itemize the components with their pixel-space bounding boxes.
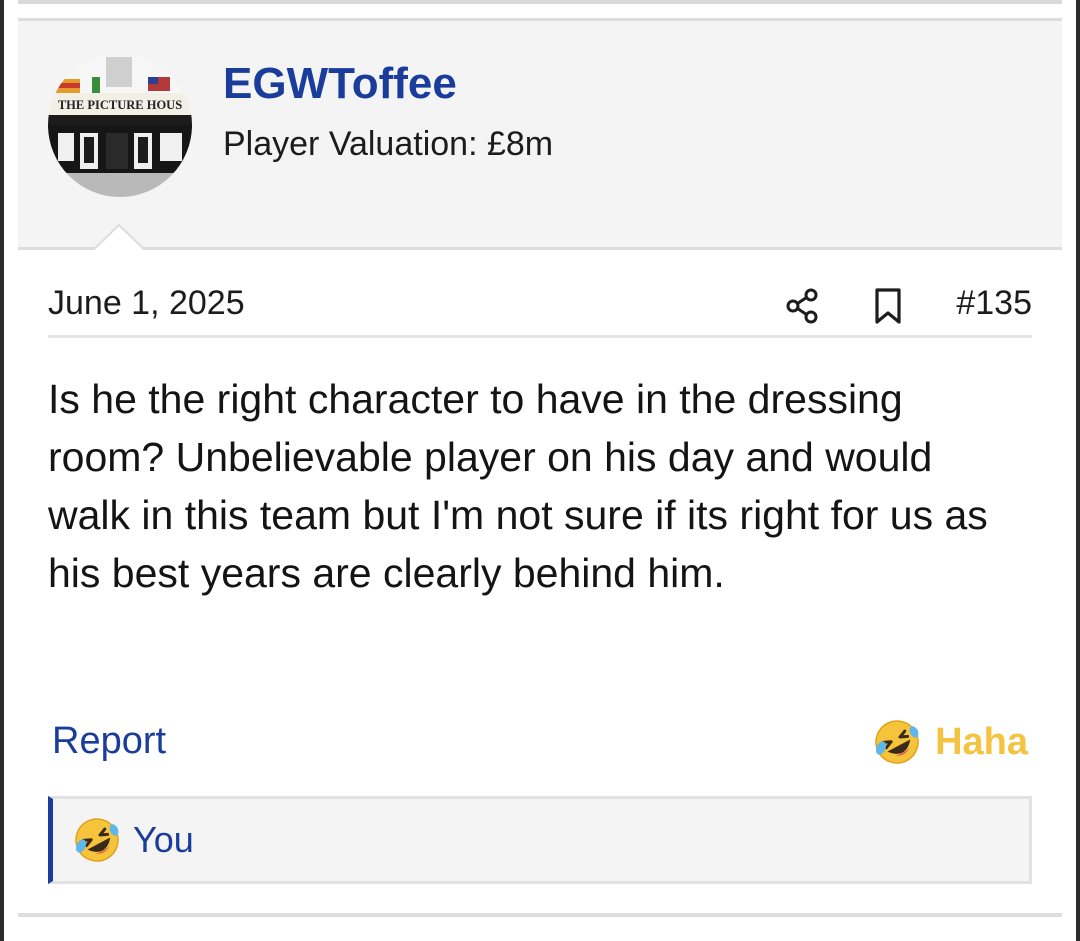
rofl-emoji-icon xyxy=(75,818,119,862)
post-user-header: THE PICTURE HOUS EGWToffee Player Valuat… xyxy=(18,18,1062,253)
reactions-summary-label: You xyxy=(133,819,194,860)
post-body-text: Is he the right character to have in the… xyxy=(48,376,988,596)
window-right-edge xyxy=(1076,0,1080,941)
username-link[interactable]: EGWToffee xyxy=(223,59,457,109)
window-left-edge xyxy=(0,0,4,941)
share-icon[interactable] xyxy=(783,286,823,326)
previous-post-divider xyxy=(18,0,1062,4)
bookmark-icon[interactable] xyxy=(868,286,908,326)
haha-reaction-label: Haha xyxy=(935,720,1028,763)
haha-reaction-button[interactable]: Haha xyxy=(873,718,1028,766)
post-bottom-divider xyxy=(18,913,1062,917)
player-valuation: Player Valuation: £8m xyxy=(223,125,554,163)
avatar-sign-text: THE PICTURE HOUS xyxy=(58,98,182,112)
post-meta-bar: June 1, 2025 #135 xyxy=(48,274,1032,338)
forum-post: THE PICTURE HOUS EGWToffee Player Valuat… xyxy=(18,18,1062,884)
rofl-emoji-icon xyxy=(875,720,919,764)
report-link[interactable]: Report xyxy=(52,720,166,763)
reactions-summary-bar[interactable]: You xyxy=(48,796,1032,884)
header-pointer-arrow xyxy=(90,223,148,253)
user-avatar[interactable]: THE PICTURE HOUS xyxy=(48,53,192,197)
post-number-link[interactable]: #135 xyxy=(956,284,1032,323)
avatar-storefront-image: THE PICTURE HOUS xyxy=(48,53,192,197)
post-date[interactable]: June 1, 2025 xyxy=(48,284,245,323)
